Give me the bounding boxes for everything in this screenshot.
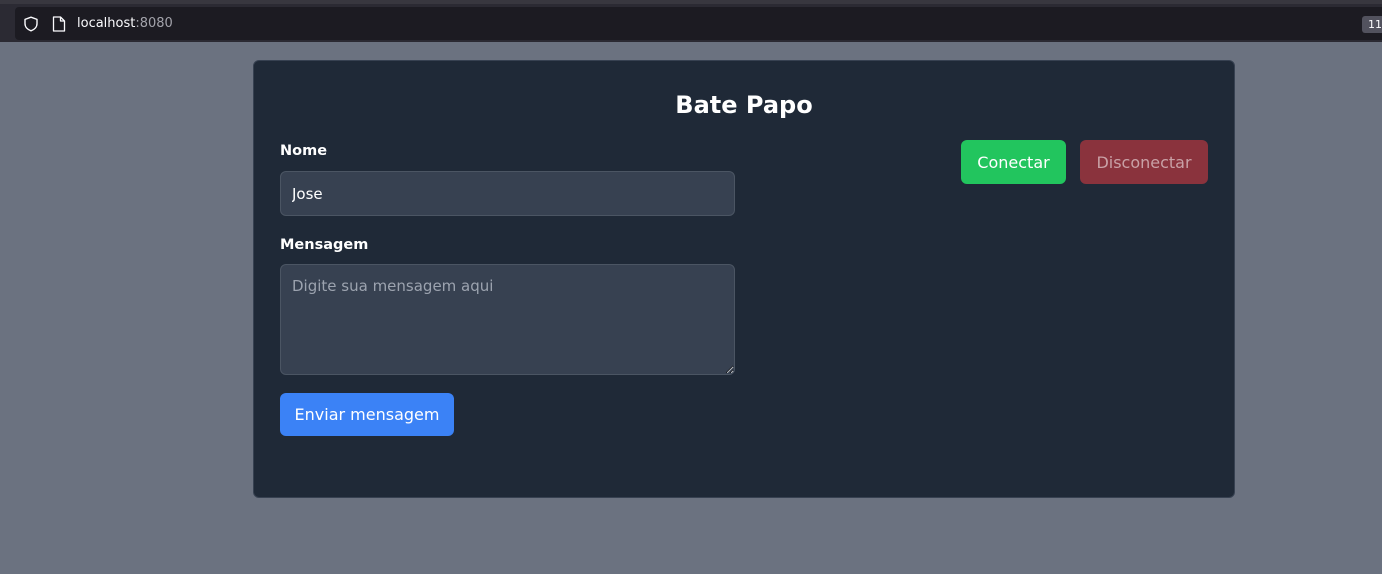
address-bar[interactable]: localhost:8080 110: [15, 7, 1382, 40]
message-label: Mensagem: [280, 237, 369, 253]
shield-icon[interactable]: [23, 16, 39, 32]
browser-toolbar: localhost:8080 110: [0, 0, 1382, 42]
url-host: localhost: [77, 16, 136, 31]
name-label: Nome: [280, 143, 328, 159]
url-text[interactable]: localhost:8080: [77, 16, 173, 31]
url-port: :8080: [135, 16, 173, 31]
page-title: Bate Papo: [675, 91, 813, 119]
page-icon: [52, 16, 66, 32]
zoom-level-badge[interactable]: 110: [1362, 16, 1382, 33]
disconnect-button[interactable]: Disconectar: [1080, 140, 1208, 184]
chat-card: Bate Papo Nome Mensagem Enviar mensagem …: [253, 60, 1235, 498]
send-message-button[interactable]: Enviar mensagem: [280, 393, 454, 436]
name-input[interactable]: [280, 171, 735, 216]
connect-button[interactable]: Conectar: [961, 140, 1066, 184]
message-textarea[interactable]: [280, 264, 735, 375]
